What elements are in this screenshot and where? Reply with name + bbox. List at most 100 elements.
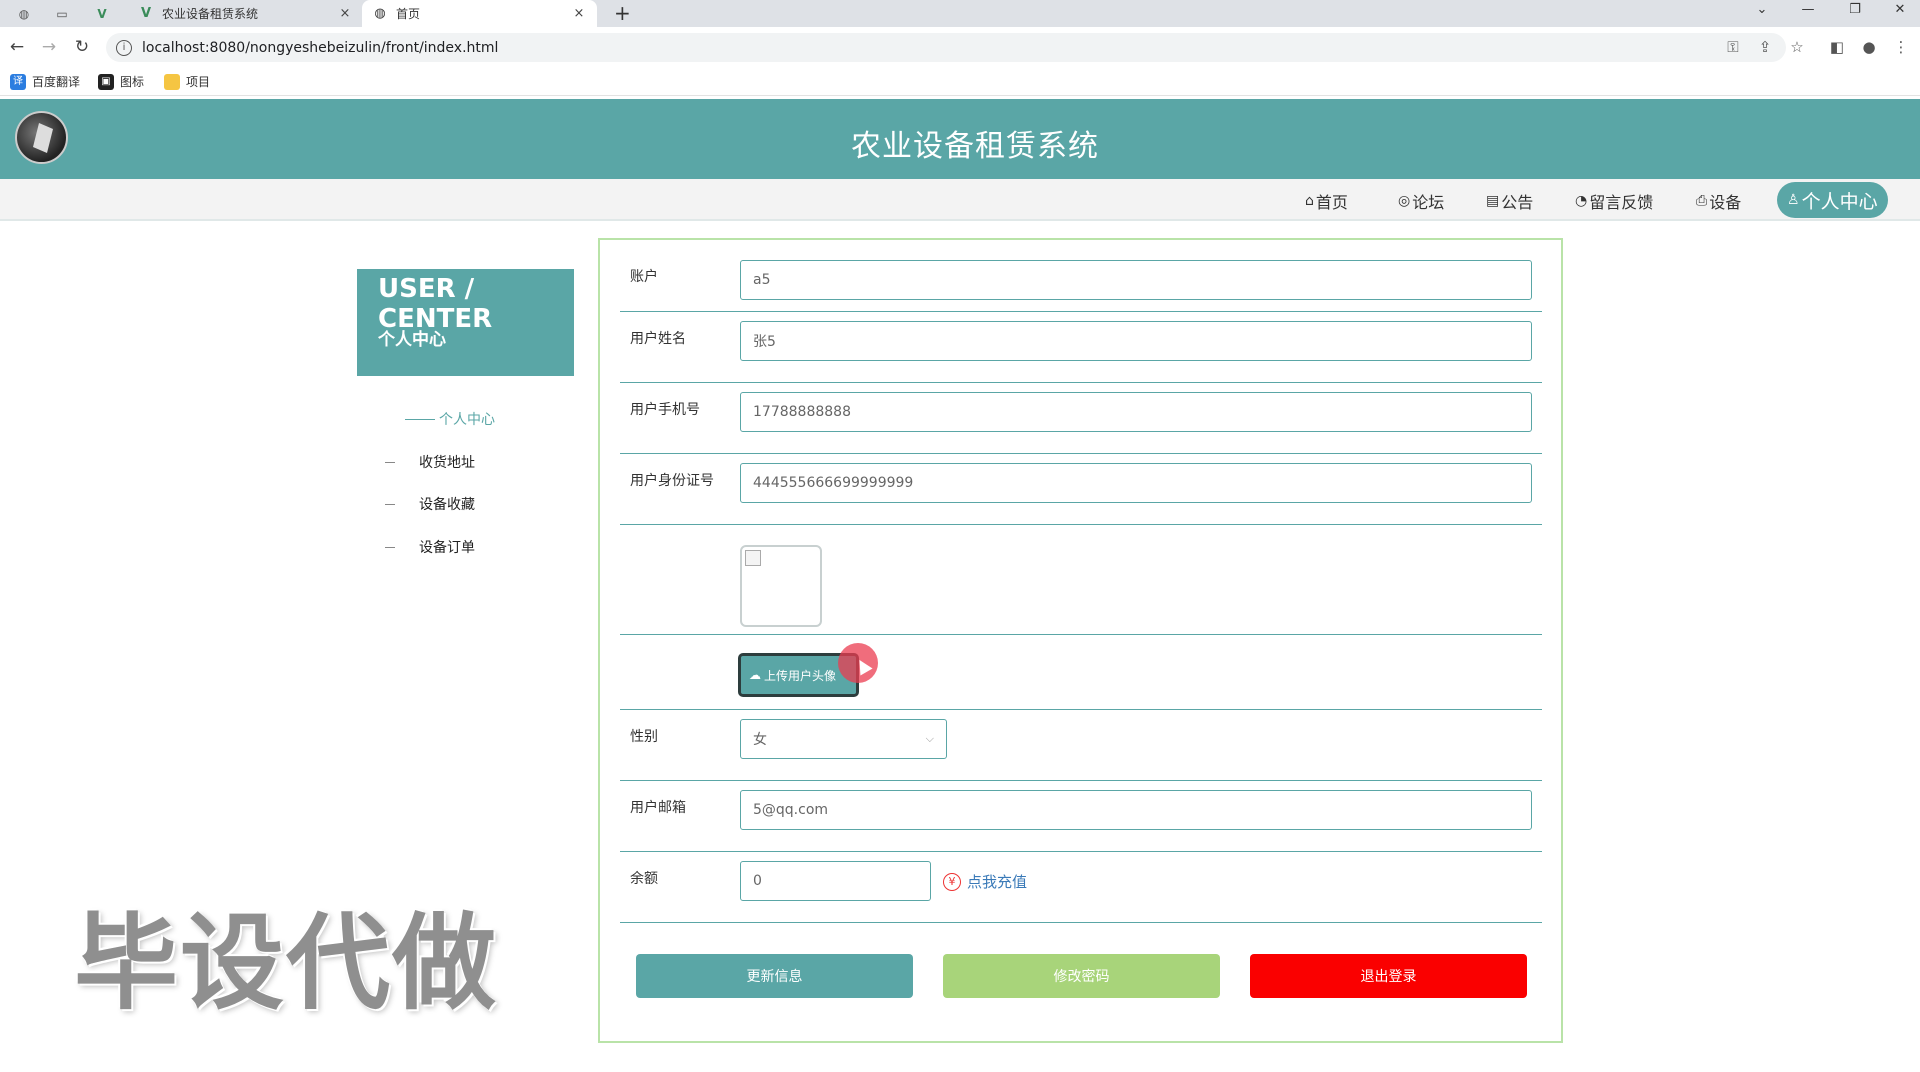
yen-icon: ¥ (943, 872, 961, 891)
nav-label: 设备 (1709, 193, 1742, 212)
url-field[interactable]: i localhost:8080/nongyeshebeizulin/front… (106, 33, 1786, 62)
form-row-avatar (620, 525, 1542, 635)
close-icon[interactable]: × (337, 6, 353, 21)
update-info-button[interactable]: 更新信息 (636, 954, 913, 998)
restore-icon[interactable]: ❐ (1835, 0, 1875, 27)
avatar-image (740, 545, 822, 627)
watermark-text: 毕设代做 (74, 902, 499, 1024)
profile-form-panel: 账户 a5 用户姓名 张5 用户手机号 17788888888 用户身份证号 4… (598, 238, 1563, 1043)
id-card-label: 用户身份证号 (630, 473, 714, 489)
recharge-label: 点我充值 (967, 873, 1028, 891)
reload-icon[interactable]: ↻ (71, 37, 93, 57)
profile-icon[interactable]: ● (1858, 38, 1880, 56)
sidebar-item-label: 设备收藏 (419, 497, 475, 513)
nav-label: 公告 (1501, 193, 1534, 212)
folder-icon (164, 73, 180, 90)
nav-feedback[interactable]: ◔ 留言反馈 (1575, 187, 1653, 215)
bookmark-translate[interactable]: 译 百度翻译 (10, 73, 80, 90)
main-nav: ⌂ 首页 ◎ 论坛 ▤ 公告 ◔ 留言反馈 ⎙ 设备 ♙ 个人中心 (0, 179, 1920, 221)
url-text: localhost:8080/nongyeshebeizulin/front/i… (142, 39, 499, 56)
sidebar-item-orders[interactable]: 设备订单 (385, 537, 475, 557)
nav-forum[interactable]: ◎ 论坛 (1398, 187, 1444, 215)
phone-input[interactable]: 17788888888 (740, 392, 1532, 432)
forum-icon: ◎ (1398, 193, 1411, 209)
image-icon: ▣ (98, 73, 114, 90)
info-icon[interactable]: i (116, 39, 132, 56)
form-row-upload: ☁ 上传用户头像 (620, 635, 1542, 710)
minimize-icon[interactable]: — (1788, 0, 1828, 27)
back-icon[interactable]: ← (6, 37, 28, 57)
bookmark-project[interactable]: 项目 (164, 73, 210, 90)
star-icon[interactable]: ☆ (1786, 38, 1808, 56)
form-row-name: 用户姓名 张5 (620, 312, 1542, 383)
name-input[interactable]: 张5 (740, 321, 1532, 361)
nav-label: 论坛 (1412, 193, 1445, 212)
share-icon[interactable]: ⇪ (1754, 38, 1776, 56)
globe-icon: ◍ (374, 6, 386, 21)
browser-tab-system[interactable]: V 农业设备租赁系统 × (128, 0, 363, 27)
nav-home[interactable]: ⌂ 首页 (1305, 187, 1348, 215)
gender-value: 女 (753, 732, 767, 748)
user-center-heading: USER / CENTER 个人中心 (357, 269, 574, 376)
nav-label: 首页 (1315, 193, 1348, 212)
sidebar-dash (385, 546, 395, 548)
home-icon: ⌂ (1305, 193, 1314, 209)
bookmark-label: 项目 (186, 75, 211, 89)
globe-icon[interactable]: ◍ (10, 3, 38, 25)
gender-select[interactable]: 女 ⌵ (740, 719, 947, 759)
site-header: 农业设备租赁系统 (0, 99, 1920, 179)
name-label: 用户姓名 (630, 331, 686, 347)
nav-user-center[interactable]: ♙ 个人中心 (1777, 182, 1888, 218)
user-center-title-cn: 个人中心 (378, 330, 446, 350)
sidebar-item-label: 收货地址 (419, 455, 475, 471)
account-input[interactable]: a5 (740, 260, 1532, 300)
key-icon[interactable]: ⚿ (1722, 38, 1744, 56)
email-input[interactable]: 5@qq.com (740, 790, 1532, 830)
account-label: 账户 (630, 269, 658, 285)
new-tab-button[interactable]: + (614, 1, 631, 25)
bookmark-label: 百度翻译 (32, 75, 81, 89)
phone-label: 用户手机号 (630, 402, 700, 418)
chevron-down-icon: ⌵ (925, 732, 934, 745)
change-password-button[interactable]: 修改密码 (943, 954, 1220, 998)
blank-tab-icon[interactable]: ▭ (48, 3, 76, 25)
sidebar-item-user-center[interactable]: 个人中心 (405, 409, 495, 429)
sidebar-item-favorites[interactable]: 设备收藏 (385, 494, 475, 514)
window-close-icon[interactable]: ✕ (1880, 0, 1920, 27)
form-row-phone: 用户手机号 17788888888 (620, 383, 1542, 454)
sidebar-item-address[interactable]: 收货地址 (385, 452, 475, 472)
form-row-email: 用户邮箱 5@qq.com (620, 781, 1542, 852)
browser-tab-bar: ◍ ▭ V V 农业设备租赁系统 × ◍ 首页 × + ⌄ — ❐ ✕ (0, 0, 1920, 27)
sidebar-item-label: 设备订单 (419, 540, 475, 556)
balance-label: 余额 (630, 871, 658, 887)
nav-equipment[interactable]: ⎙ 设备 (1696, 187, 1741, 215)
side-panel-icon[interactable]: ◧ (1826, 38, 1848, 56)
balance-input[interactable]: 0 (740, 861, 931, 901)
sidebar-item-label: 个人中心 (439, 412, 495, 428)
vue-icon[interactable]: V (88, 3, 116, 25)
browser-address-bar: ← → ↻ i localhost:8080/nongyeshebeizulin… (0, 27, 1920, 67)
bookmark-label: 图标 (120, 75, 145, 89)
logout-button[interactable]: 退出登录 (1250, 954, 1527, 998)
form-row-id-card: 用户身份证号 444555666699999999 (620, 454, 1542, 525)
broken-image-icon (745, 550, 761, 566)
recharge-link[interactable]: ¥ 点我充值 (943, 871, 1027, 892)
nav-label: 留言反馈 (1589, 193, 1654, 212)
menu-icon[interactable]: ⋮ (1890, 38, 1912, 56)
site-title: 农业设备租赁系统 (851, 129, 1099, 164)
sidebar-dash (385, 461, 395, 463)
close-icon[interactable]: × (571, 6, 587, 21)
tab-title: 首页 (396, 7, 421, 21)
printer-icon: ⎙ (1696, 193, 1708, 209)
nav-label: 个人中心 (1801, 190, 1878, 213)
bookmark-icons[interactable]: ▣ 图标 (98, 73, 144, 90)
upload-label: 上传用户头像 (764, 668, 837, 683)
user-icon: ♙ (1787, 192, 1800, 208)
id-card-input[interactable]: 444555666699999999 (740, 463, 1532, 503)
tab-search-icon[interactable]: ⌄ (1742, 0, 1782, 27)
browser-tab-home[interactable]: ◍ 首页 × (362, 0, 597, 27)
sidebar-dash (385, 503, 395, 505)
forward-icon[interactable]: → (38, 37, 60, 57)
form-row-balance: 余额 0 ¥ 点我充值 (620, 852, 1542, 923)
nav-notice[interactable]: ▤ 公告 (1486, 187, 1533, 215)
